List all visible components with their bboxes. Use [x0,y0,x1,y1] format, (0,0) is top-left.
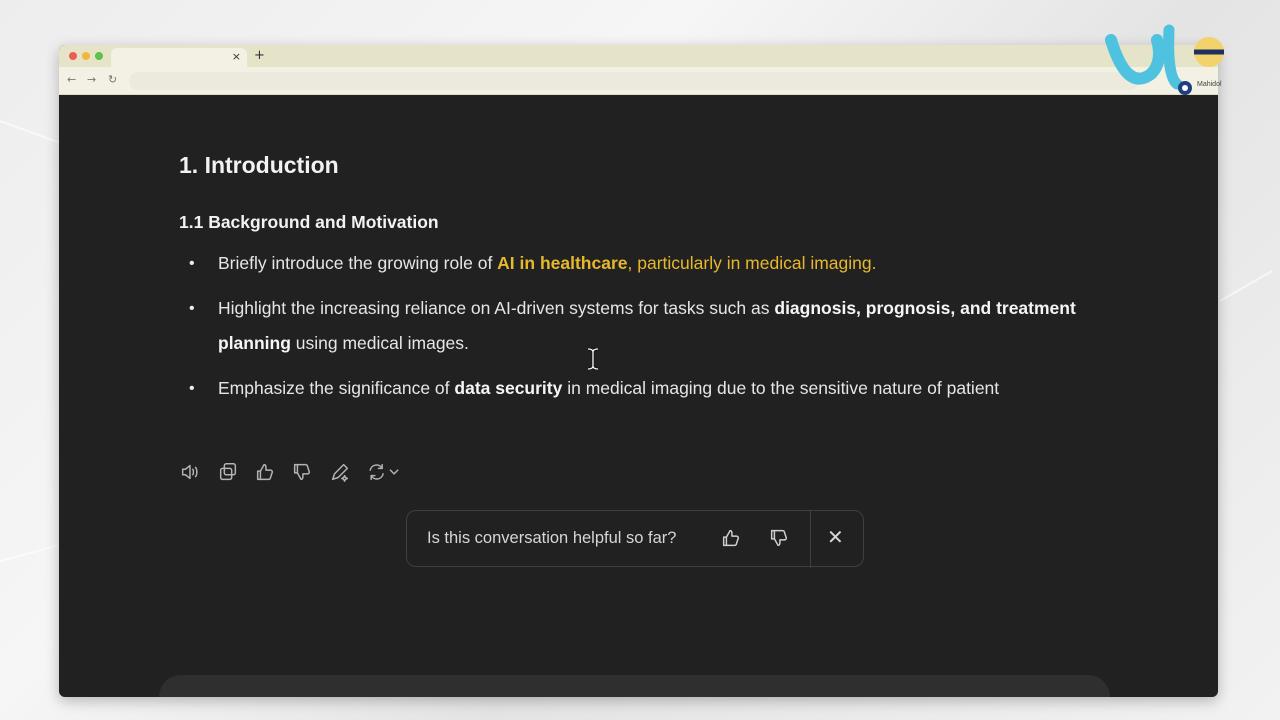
divider [810,511,811,568]
close-icon[interactable]: ✕ [827,525,844,549]
feedback-prompt: Is this conversation helpful so far? ✕ [406,510,864,568]
text-segment: Highlight the increasing reliance on AI-… [218,298,775,318]
section-heading: 1. Introduction [179,152,339,178]
thumbs-down-icon[interactable] [768,527,790,554]
thumbs-down-icon[interactable] [291,461,315,483]
message-composer [159,675,1110,697]
chat-content: 1. Introduction 1.1 Background and Motiv… [59,95,1218,697]
browser-toolbar: ← → ↻ [59,67,1218,95]
list-item-text: Emphasize the significance of data secur… [218,371,1098,406]
text-segment: , particularly in medical imaging. [627,253,877,273]
bold-segment: AI in healthcare [497,253,628,273]
list-item-text: Briefly introduce the growing role of AI… [218,246,1098,281]
address-bar[interactable] [129,72,1139,90]
text-segment: Briefly introduce the growing role of [218,253,498,273]
copy-icon[interactable] [217,461,241,483]
reload-icon[interactable]: ↻ [108,73,117,86]
list-item-text: Highlight the increasing reliance on AI-… [218,291,1098,361]
thumbs-up-icon[interactable] [720,527,742,554]
text-cursor-icon [587,348,599,370]
tab-close-icon[interactable]: × [232,50,241,63]
minimize-window-button[interactable] [82,52,90,60]
bullet-marker: • [189,300,195,317]
text-segment: Emphasize the significance of [218,378,455,398]
bullet-marker: • [189,255,195,272]
new-tab-button[interactable]: + [254,48,265,63]
selected-text: AI in healthcare, particularly in medica… [497,253,876,273]
bullet-marker: • [189,380,195,397]
speaker-icon[interactable] [179,461,203,483]
text-segment: in medical imaging due to the sensitive … [562,378,1000,398]
text-segment: using medical images. [290,333,469,353]
browser-window: × + ← → ↻ 1. Introduction 1.1 Background… [59,45,1218,697]
browser-tab[interactable]: × [111,48,247,67]
close-window-button[interactable] [69,52,77,60]
regenerate-icon[interactable] [364,461,404,483]
subsection-heading: 1.1 Background and Motivation [179,212,439,232]
back-icon[interactable]: ← [67,73,76,86]
forward-icon[interactable]: → [87,73,96,86]
bold-segment: data security [454,378,563,398]
tab-bar: × + [59,45,1218,67]
logo-caption: Mahidol [1197,81,1222,88]
edit-icon[interactable] [329,461,353,483]
thumbs-up-icon[interactable] [254,461,278,483]
feedback-question: Is this conversation helpful so far? [427,529,677,547]
maximize-window-button[interactable] [95,52,103,60]
